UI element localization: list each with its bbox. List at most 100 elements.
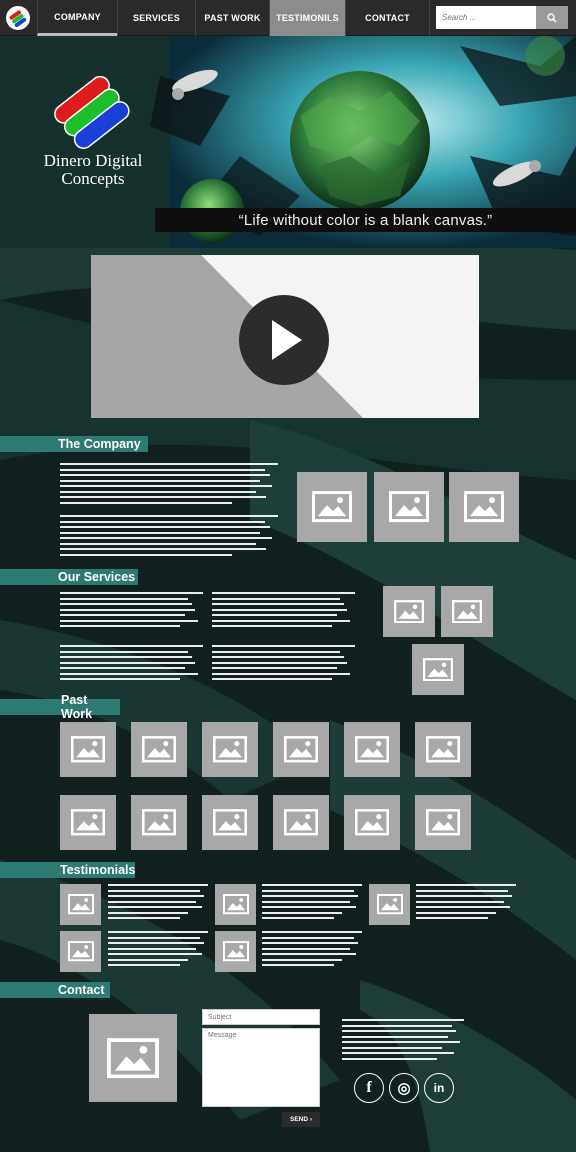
text-line-placeholder [262, 964, 334, 966]
text-line-placeholder [108, 942, 204, 944]
text-line-placeholder [60, 614, 185, 616]
image-placeholder [131, 722, 187, 777]
text-line-placeholder [262, 900, 350, 903]
text-line-placeholder [108, 947, 196, 950]
text-line-placeholder [212, 645, 355, 647]
image-placeholder [441, 586, 493, 637]
text-line-placeholder [262, 936, 354, 939]
nav-item-label: TESTIMONILS [276, 13, 339, 23]
facebook-icon[interactable]: f [354, 1073, 384, 1103]
nav-item-services[interactable]: SERVICES [117, 0, 195, 36]
image-placeholder [273, 795, 329, 850]
text-line-placeholder [60, 501, 232, 504]
nav-item-testimonials[interactable]: TESTIMONILS [269, 0, 345, 36]
image-icon [222, 941, 249, 962]
image-icon [213, 809, 247, 836]
text-line-placeholder [212, 614, 337, 616]
text-line-placeholder [60, 496, 266, 498]
text-line-placeholder [262, 958, 342, 961]
text-line-placeholder [262, 911, 342, 914]
text-line-placeholder [108, 931, 208, 933]
image-placeholder [202, 722, 258, 777]
linkedin-glyph: in [433, 1081, 445, 1095]
search-icon [547, 12, 557, 23]
text-line-placeholder [262, 953, 356, 955]
nav-item-label: SERVICES [133, 13, 180, 23]
search-box [436, 6, 568, 29]
image-icon [284, 736, 318, 763]
linkedin-icon[interactable]: in [424, 1073, 454, 1103]
text-line-placeholder [342, 1035, 448, 1038]
text-line-placeholder [212, 625, 332, 627]
nav-item-company[interactable]: COMPANY [37, 0, 117, 36]
image-icon [142, 736, 176, 763]
image-placeholder [60, 931, 101, 972]
text-line-placeholder [108, 906, 202, 908]
nav-item-contact[interactable]: CONTACT [345, 0, 430, 36]
text-line-placeholder [416, 917, 488, 919]
section-title-contact: Contact [0, 982, 110, 998]
image-placeholder [344, 722, 400, 777]
search-input[interactable] [436, 6, 536, 29]
text-line-placeholder [60, 603, 192, 605]
text-line-placeholder [60, 619, 198, 622]
send-button[interactable]: SEND › [282, 1112, 320, 1127]
message-field[interactable] [202, 1028, 320, 1107]
text-line-placeholder [108, 936, 200, 939]
text-line-placeholder [108, 895, 204, 897]
text-line-placeholder [60, 485, 272, 487]
image-placeholder [415, 795, 471, 850]
text-line-placeholder [60, 479, 260, 482]
image-placeholder [60, 795, 116, 850]
subject-field[interactable] [202, 1009, 320, 1025]
text-line-placeholder [60, 515, 278, 517]
text-line-placeholder [342, 1030, 456, 1032]
text-line-placeholder [262, 931, 362, 933]
image-icon [71, 809, 105, 836]
image-icon [67, 941, 94, 962]
search-button[interactable] [536, 6, 568, 29]
image-icon [107, 1037, 159, 1079]
text-line-placeholder [212, 592, 355, 594]
section-title-services: Our Services [0, 569, 138, 585]
text-line-placeholder [416, 911, 496, 914]
text-line-placeholder [60, 667, 185, 669]
text-line-placeholder [108, 917, 180, 919]
text-line-placeholder [212, 661, 347, 664]
image-icon [284, 809, 318, 836]
text-line-placeholder [108, 900, 196, 903]
image-icon [464, 491, 504, 523]
brand-line-1: Dinero Digital [43, 151, 143, 170]
image-icon [423, 657, 453, 682]
text-line-placeholder [342, 1052, 454, 1054]
section-title-testimonials: Testimonials [0, 862, 135, 878]
section-title-past-work: Past Work [0, 693, 120, 721]
nav-logo-icon[interactable] [0, 0, 36, 36]
image-placeholder [297, 472, 367, 542]
nav-item-past-work[interactable]: PAST WORK [195, 0, 269, 36]
video-player[interactable] [91, 255, 479, 418]
text-line-placeholder [416, 889, 508, 892]
text-line-placeholder [60, 537, 272, 539]
image-placeholder [449, 472, 519, 542]
text-line-placeholder [60, 625, 180, 627]
play-button[interactable] [239, 295, 329, 385]
text-line-placeholder [60, 597, 188, 600]
text-line-placeholder [262, 947, 350, 950]
text-line-placeholder [60, 490, 256, 493]
text-line-placeholder [60, 468, 265, 471]
image-placeholder [369, 884, 410, 925]
image-icon [426, 809, 460, 836]
image-icon [142, 809, 176, 836]
image-placeholder [344, 795, 400, 850]
text-line-placeholder [212, 608, 347, 611]
text-line-placeholder [108, 958, 188, 961]
image-icon [71, 736, 105, 763]
text-line-placeholder [262, 895, 358, 897]
text-line-placeholder [60, 645, 203, 647]
instagram-icon[interactable]: ◎ [389, 1073, 419, 1103]
text-line-placeholder [108, 911, 188, 914]
text-line-placeholder [212, 667, 337, 669]
text-line-placeholder [262, 884, 362, 886]
section-title-company: The Company [0, 436, 148, 452]
